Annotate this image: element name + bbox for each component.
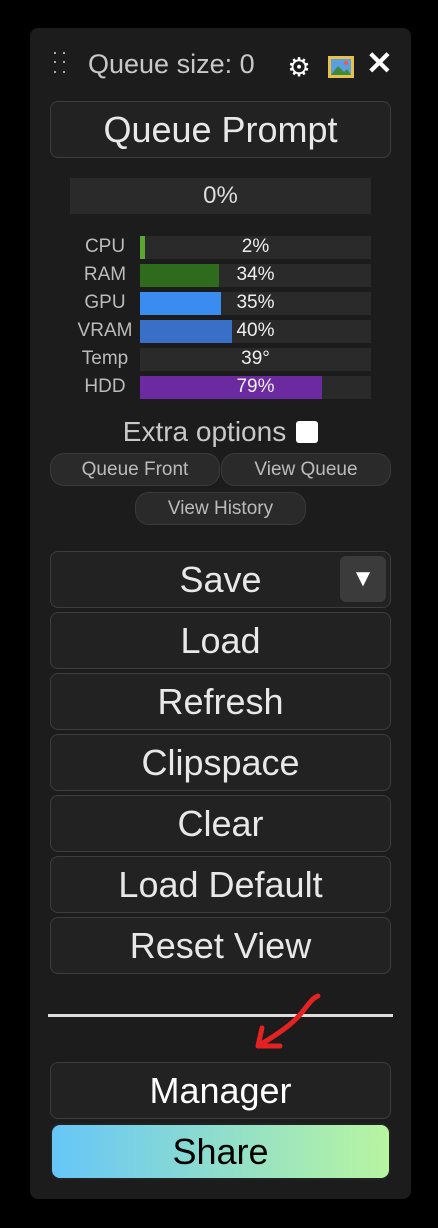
menu-header: Queue size: 0 ⚙ ✕ — [50, 46, 393, 82]
load-button[interactable]: Load — [50, 612, 391, 669]
view-history-button[interactable]: View History — [135, 492, 306, 525]
chevron-down-icon[interactable]: ▼ — [340, 556, 386, 602]
stat-bar: 34% — [140, 263, 371, 287]
stat-bar: 40% — [140, 319, 371, 343]
view-queue-button[interactable]: View Queue — [221, 453, 391, 486]
queue-front-button[interactable]: Queue Front — [50, 453, 220, 486]
gear-icon[interactable]: ⚙ — [286, 54, 312, 80]
reset-view-button[interactable]: Reset View — [50, 917, 391, 974]
stat-label: RAM — [83, 264, 127, 285]
clipspace-button[interactable]: Clipspace — [50, 734, 391, 791]
stat-value: 35% — [236, 292, 275, 313]
stat-label: HDD — [84, 376, 126, 397]
progress-bar: 0% — [70, 178, 371, 214]
stat-bar: 79% — [140, 375, 371, 399]
queue-prompt-button[interactable]: Queue Prompt — [50, 101, 391, 158]
stat-value: 79% — [236, 376, 275, 397]
manager-button[interactable]: Manager — [50, 1062, 391, 1119]
close-icon[interactable]: ✕ — [366, 47, 393, 79]
save-label: Save — [179, 558, 262, 600]
stat-row-temp: Temp 39° — [70, 345, 371, 373]
stat-row-cpu: CPU 2% — [70, 233, 371, 261]
stat-row-ram: RAM 34% — [70, 261, 371, 289]
stat-label: VRAM — [77, 320, 133, 341]
stat-bar: 35% — [140, 291, 371, 315]
stat-label: Temp — [81, 348, 129, 369]
extra-options-label: Extra options — [122, 416, 287, 447]
save-button[interactable]: Save ▼ — [50, 551, 391, 608]
stat-row-gpu: GPU 35% — [70, 289, 371, 317]
stat-row-hdd: HDD 79% — [70, 373, 371, 401]
queue-size-label: Queue size: 0 — [88, 48, 255, 79]
stat-value: 40% — [236, 320, 275, 341]
stat-label: GPU — [84, 292, 126, 313]
stat-value: 2% — [241, 236, 270, 257]
menu-divider — [48, 1014, 393, 1017]
load-default-button[interactable]: Load Default — [50, 856, 391, 913]
extra-options-checkbox[interactable] — [296, 421, 319, 443]
extra-options-row: Extra options — [50, 414, 391, 450]
clear-button[interactable]: Clear — [50, 795, 391, 852]
progress-text: 0% — [203, 182, 238, 209]
share-button[interactable]: Share — [50, 1123, 391, 1180]
image-icon[interactable] — [328, 56, 354, 78]
stat-bar: 39° — [140, 347, 371, 371]
stat-value: 39° — [241, 348, 270, 369]
stat-value: 34% — [236, 264, 275, 285]
stat-label: CPU — [84, 236, 126, 257]
refresh-button[interactable]: Refresh — [50, 673, 391, 730]
drag-handle-icon[interactable] — [54, 52, 68, 76]
stat-bar: 2% — [140, 235, 371, 259]
annotation-arrow-icon — [255, 993, 321, 1049]
system-stats: CPU 2% RAM 34% GPU 35% VRAM 40% Temp 39° HDD 79% — [70, 233, 371, 401]
stat-row-vram: VRAM 40% — [70, 317, 371, 345]
